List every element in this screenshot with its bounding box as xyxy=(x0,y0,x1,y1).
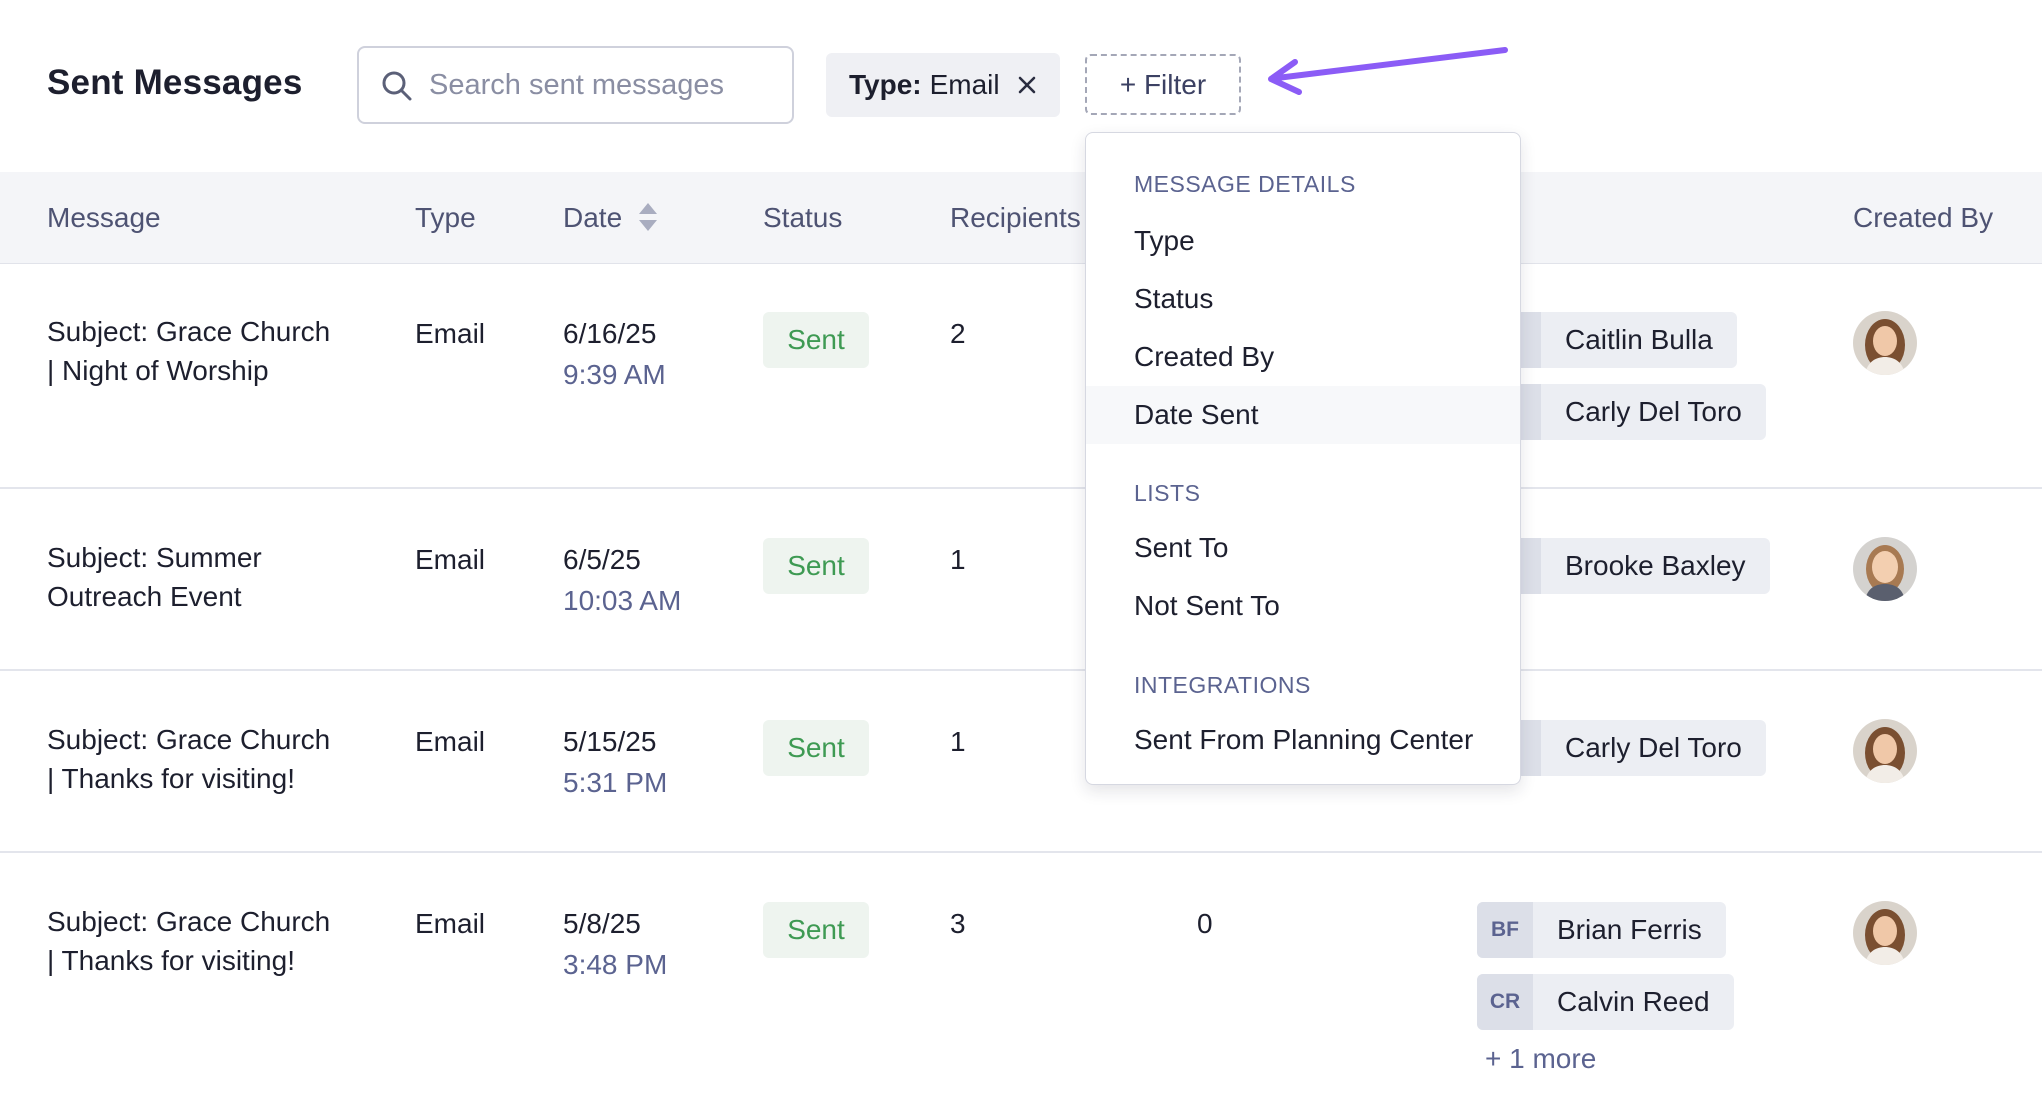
person-chip[interactable]: CR Calvin Reed xyxy=(1477,974,1734,1030)
person-chip[interactable]: BF Brian Ferris xyxy=(1477,902,1726,958)
page-title: Sent Messages xyxy=(47,63,303,102)
filter-menu: MESSAGE DETAILS Type Status Created By D… xyxy=(1085,132,1521,785)
message-type: Email xyxy=(415,908,486,939)
recipients-count: 1 xyxy=(950,726,966,757)
message-time: 10:03 AM xyxy=(563,585,682,616)
message-time: 9:39 AM xyxy=(563,359,666,390)
person-chip[interactable]: Caitlin Bulla xyxy=(1485,312,1737,368)
person-initials: BF xyxy=(1477,902,1533,958)
person-name: Brian Ferris xyxy=(1557,914,1702,945)
person-name: Calvin Reed xyxy=(1557,986,1710,1017)
avatar[interactable] xyxy=(1853,311,1917,375)
message-date: 6/5/25 xyxy=(563,544,641,575)
recipients-count: 3 xyxy=(950,908,966,939)
menu-item-created-by[interactable]: Created By xyxy=(1086,328,1520,386)
message-type: Email xyxy=(415,544,486,575)
message-type: Email xyxy=(415,318,486,349)
menu-item-sent-to[interactable]: Sent To xyxy=(1086,519,1520,577)
search-input[interactable] xyxy=(429,62,779,108)
message-subject: Subject: Grace Church | Night of Worship xyxy=(47,316,331,386)
message-date: 5/8/25 xyxy=(563,908,641,939)
add-filter-button[interactable]: + Filter xyxy=(1085,54,1241,115)
table-header: Message Type Date Status Recipients Crea… xyxy=(0,172,2042,264)
person-name: Carly Del Toro xyxy=(1565,396,1742,427)
message-date: 5/15/25 xyxy=(563,726,657,757)
chip-value: Email xyxy=(929,69,1000,100)
person-name: Brooke Baxley xyxy=(1565,550,1746,581)
status-badge: Sent xyxy=(763,720,869,776)
message-time: 3:48 PM xyxy=(563,949,668,980)
close-icon[interactable] xyxy=(1012,70,1042,100)
menu-item-date-sent[interactable]: Date Sent xyxy=(1086,386,1520,444)
row-divider xyxy=(0,851,2042,853)
status-badge: Sent xyxy=(763,312,869,368)
search-box[interactable] xyxy=(357,46,794,124)
sort-icon[interactable] xyxy=(637,201,659,233)
avatar[interactable] xyxy=(1853,537,1917,601)
message-type: Email xyxy=(415,726,486,757)
row-divider xyxy=(0,669,2042,671)
more-recipients-link[interactable]: + 1 more xyxy=(1485,1043,1596,1075)
column-header-status[interactable]: Status xyxy=(763,202,842,234)
menu-item-sent-from-planning-center[interactable]: Sent From Planning Center xyxy=(1086,711,1520,769)
column-header-date[interactable]: Date xyxy=(563,202,622,234)
status-badge: Sent xyxy=(763,538,869,594)
menu-section-label: INTEGRATIONS xyxy=(1134,672,1311,698)
message-subject: Subject: Grace Church | Thanks for visiti… xyxy=(47,724,331,794)
column-header-type[interactable]: Type xyxy=(415,202,476,234)
column-header-created-by[interactable]: Created By xyxy=(1853,202,1993,234)
person-name: Carly Del Toro xyxy=(1565,732,1742,763)
menu-item-not-sent-to[interactable]: Not Sent To xyxy=(1086,577,1520,635)
person-chip[interactable]: Brooke Baxley xyxy=(1485,538,1770,594)
menu-section-label: MESSAGE DETAILS xyxy=(1134,171,1356,197)
avatar[interactable] xyxy=(1853,901,1917,965)
chip-key: Type: xyxy=(849,69,922,100)
arrow-annotation-icon xyxy=(1268,47,1508,95)
not-sent-count: 0 xyxy=(1197,908,1213,939)
recipients-count: 2 xyxy=(950,318,966,349)
column-header-message[interactable]: Message xyxy=(47,202,161,234)
message-date: 6/16/25 xyxy=(563,318,657,349)
column-header-recipients[interactable]: Recipients xyxy=(950,202,1081,234)
person-initials: CR xyxy=(1477,974,1533,1030)
menu-item-status[interactable]: Status xyxy=(1086,270,1520,328)
row-divider xyxy=(0,487,2042,489)
person-name: Caitlin Bulla xyxy=(1565,324,1713,355)
search-icon xyxy=(382,71,412,101)
type-filter-chip[interactable]: Type: Email xyxy=(826,53,1060,117)
person-chip[interactable]: Carly Del Toro xyxy=(1485,720,1766,776)
person-chip[interactable]: Carly Del Toro xyxy=(1485,384,1766,440)
message-subject: Subject: Summer Outreach Event xyxy=(47,542,262,612)
status-badge: Sent xyxy=(763,902,869,958)
avatar[interactable] xyxy=(1853,719,1917,783)
recipients-count: 1 xyxy=(950,544,966,575)
menu-section-label: LISTS xyxy=(1134,480,1201,506)
message-subject: Subject: Grace Church | Thanks for visiti… xyxy=(47,906,331,976)
menu-item-type[interactable]: Type xyxy=(1086,212,1520,270)
message-time: 5:31 PM xyxy=(563,767,668,798)
